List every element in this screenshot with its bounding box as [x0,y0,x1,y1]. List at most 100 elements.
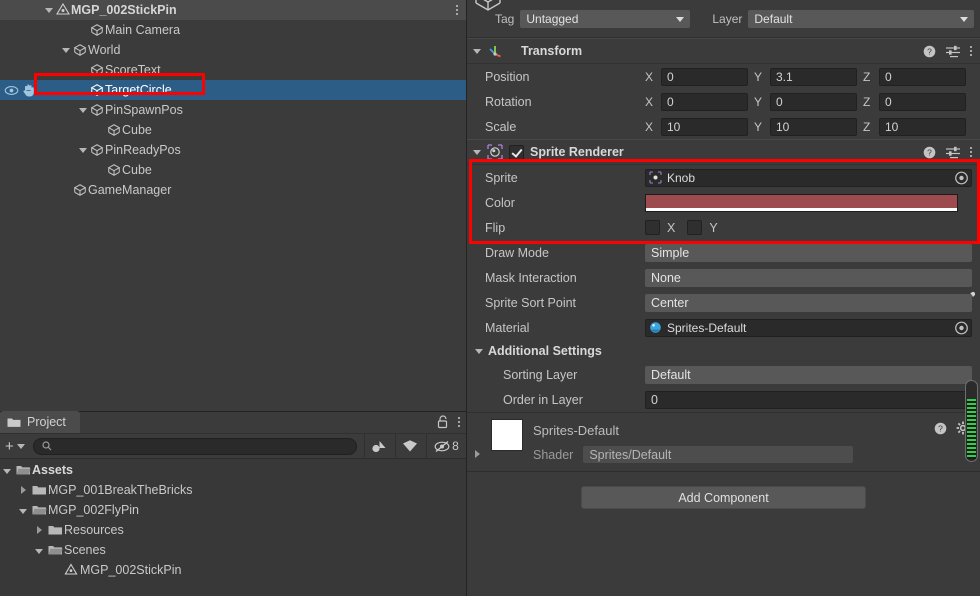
project-menu-icon[interactable] [458,415,460,429]
hierarchy-item-targetcircle[interactable]: TargetCircle [0,80,466,100]
transform-rotation-x-input[interactable]: 0 [661,92,748,111]
sprite-renderer-menu-icon[interactable] [970,145,972,159]
hierarchy-row-gutter [0,120,42,140]
transform-foldout-icon[interactable] [473,48,481,54]
transform-menu-icon[interactable] [970,44,972,58]
preset-icon[interactable] [946,45,960,58]
filter-by-type-icon[interactable] [364,433,393,459]
chevron-down-icon[interactable] [0,463,14,477]
chevron-down-icon[interactable] [59,46,72,55]
axis-label-x: X [645,94,654,109]
hierarchy-menu-icon[interactable] [456,3,458,17]
flip-y-checkbox[interactable] [687,220,703,235]
project-item-resources[interactable]: Resources [0,520,466,540]
additional-settings-foldout[interactable]: Additional Settings [467,340,980,362]
scene-expander-icon[interactable] [42,6,55,15]
project-item-mgp-001breakthebricks[interactable]: MGP_001BreakTheBricks [0,480,466,500]
object-picker-icon[interactable] [954,170,969,185]
hierarchy-item-world[interactable]: World [0,40,466,60]
transform-fields: Position X 0 Y 3.1 Z 0 Rotation X 0 Y 0 Z 0 Scale X 10 Y 1… [467,64,980,139]
project-item-mgp-002stickpin[interactable]: MGP_002StickPin [0,560,466,580]
sorting-layer-label: Sorting Layer [503,367,578,382]
flip-x-label: X [667,220,676,235]
chevron-down-icon[interactable] [16,503,30,517]
shader-dropdown[interactable]: Sprites/Default [583,446,854,463]
create-asset-button[interactable]: + [2,438,29,455]
folder-icon [7,417,21,428]
scrollbar-thumb[interactable] [967,399,976,459]
visibility-eye-icon[interactable] [4,85,19,96]
project-item-scenes[interactable]: Scenes [0,540,466,560]
sprite-object-field[interactable]: Knob [645,168,972,187]
transform-scale-label: Scale [485,119,517,134]
layer-dropdown[interactable]: Default [748,10,974,28]
sprite-value: Knob [667,170,696,185]
hierarchy-row-gutter [0,20,42,40]
hierarchy-item-cube[interactable]: Cube [0,160,466,180]
material-object-field[interactable]: Sprites-Default [645,318,972,337]
inspector-vertical-scrollbar[interactable] [965,380,978,462]
hierarchy-row-gutter [0,100,42,120]
pickability-hand-icon[interactable] [22,84,36,97]
gameobject-cube-icon [89,143,105,157]
chevron-right-icon[interactable] [32,523,46,537]
transform-scale-z-input[interactable]: 10 [879,117,966,136]
preset-icon[interactable] [946,146,960,159]
hidden-items-icon[interactable]: 8 [426,433,466,459]
hierarchy-item-cube[interactable]: Cube [0,120,466,140]
hierarchy-item-pinspawnpos[interactable]: PinSpawnPos [0,100,466,120]
tab-project[interactable]: Project [0,411,80,433]
project-item-assets[interactable]: Assets [0,460,466,480]
mask-interaction-dropdown[interactable]: None [645,268,972,287]
sprite-renderer-enabled-checkbox[interactable] [509,144,524,160]
flip-label: Flip [485,220,506,235]
add-component-button[interactable]: Add Component [581,486,866,509]
chevron-right-icon[interactable] [16,483,30,497]
color-swatch-field[interactable] [645,193,958,212]
transform-position-label: Position [485,69,530,84]
lock-open-icon[interactable] [437,415,449,429]
search-icon [42,441,52,451]
chevron-down-icon[interactable] [32,543,46,557]
sorting-layer-dropdown[interactable]: Default [645,365,972,384]
hierarchy-scene-row[interactable]: MGP_002StickPin [0,0,466,20]
help-icon[interactable]: ? [934,422,947,435]
transform-title: Transform [521,44,583,58]
object-picker-icon[interactable] [954,320,969,335]
transform-position-z-input[interactable]: 0 [879,67,966,86]
transform-rotation-z-input[interactable]: 0 [879,92,966,111]
transform-position-x-input[interactable]: 0 [661,67,748,86]
filter-by-label-icon[interactable] [395,433,424,459]
transform-position-y-input[interactable]: 3.1 [770,67,857,86]
help-icon[interactable]: ? [923,146,936,159]
transform-rotation-y-input[interactable]: 0 [770,92,857,111]
inspector-panel: Tag Untagged Layer Default Transform ? P… [466,0,980,596]
gameobject-cube-icon [72,183,88,197]
hierarchy-item-gamemanager[interactable]: GameManager [0,180,466,200]
transform-component-header[interactable]: Transform ? [467,38,980,64]
material-preview-foldout[interactable] [475,419,491,461]
hierarchy-item-pinreadypos[interactable]: PinReadyPos [0,140,466,160]
draw-mode-dropdown[interactable]: Simple [645,243,972,262]
project-search-box[interactable] [32,437,357,455]
chevron-down-icon[interactable] [76,106,89,115]
flip-x-checkbox[interactable] [645,220,660,235]
material-preview-block: Sprites-Default Shader Sprites/Default ? [467,412,980,471]
search-input[interactable] [56,440,348,452]
gameobject-cube-icon [89,23,105,37]
sprite-renderer-component-header[interactable]: Sprite Renderer ? [467,139,980,165]
folder-open-icon [30,504,48,516]
help-icon[interactable]: ? [923,45,936,58]
tag-dropdown[interactable]: Untagged [520,10,691,28]
sprite-sort-point-dropdown[interactable]: Center [645,293,972,312]
hierarchy-item-scoretext[interactable]: ScoreText [0,60,466,80]
order-in-layer-input[interactable]: 0 [645,390,972,409]
axis-label-y: Y [754,69,763,84]
sprite-renderer-foldout-icon[interactable] [473,149,481,155]
chevron-down-icon[interactable] [76,146,89,155]
transform-scale-y-input[interactable]: 10 [770,117,857,136]
transform-scale-x-input[interactable]: 10 [661,117,748,136]
project-item-mgp-002flypin[interactable]: MGP_002FlyPin [0,500,466,520]
hierarchy-item-main-camera[interactable]: Main Camera [0,20,466,40]
hierarchy-row-gutter [0,160,42,180]
